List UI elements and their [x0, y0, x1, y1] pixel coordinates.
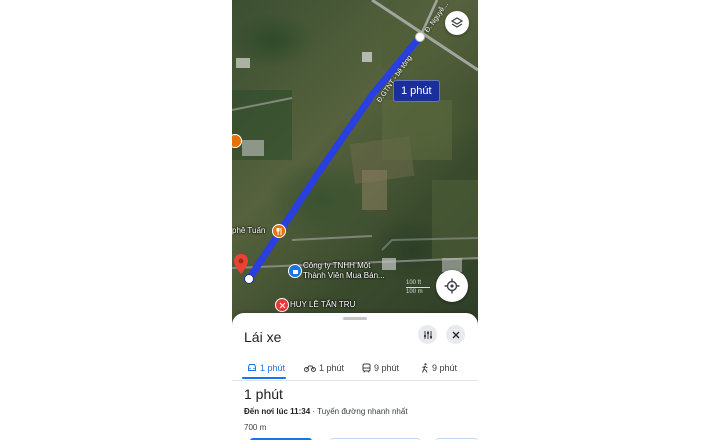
tab-motorbike[interactable]: 1 phút	[304, 356, 344, 379]
directions-sheet: Lái xe 1 phút 1 phút 9 phút 9 phút 1 phú…	[232, 313, 478, 440]
tab-drive[interactable]: 1 phút	[247, 356, 285, 379]
tab-transit-label: 9 phút	[374, 362, 400, 373]
walk-icon	[422, 362, 428, 373]
travel-mode-tabs: 1 phút 1 phút 9 phút 9 phút	[232, 356, 478, 381]
map-view[interactable]: Đ. Nguyễ... Đ.GTNT - bê tông 1 phút phê …	[232, 0, 478, 325]
layers-icon	[450, 17, 464, 28]
active-tab-indicator	[242, 377, 286, 379]
travel-mode-title: Lái xe	[244, 329, 282, 345]
route-eta-chip[interactable]: 1 phút	[393, 80, 440, 102]
scale-bottom-label: 100 m	[406, 289, 423, 295]
layers-button[interactable]	[445, 11, 469, 35]
origin-point	[244, 274, 254, 284]
arrival-info: Đến nơi lúc 11:34 · Tuyến đường nhanh nh…	[244, 407, 408, 416]
my-location-button[interactable]	[436, 270, 468, 302]
store-icon[interactable]	[275, 298, 289, 312]
arrival-time: 11:34	[290, 407, 311, 416]
poi-company-label[interactable]: Công ty TNHH Một Thành Viên Mua Bán...	[303, 261, 385, 281]
car-icon	[248, 364, 256, 371]
poi-bottom-label[interactable]: HUY LÊ TẤN TRU	[290, 300, 355, 310]
tune-icon	[423, 330, 432, 339]
transit-icon	[362, 363, 371, 373]
close-icon	[452, 331, 459, 338]
restaurant-icon[interactable]	[272, 224, 286, 238]
arrival-prefix: Đến nơi lúc	[244, 407, 288, 416]
route-duration: 1 phút	[244, 386, 283, 402]
poi-company-line1: Công ty TNHH Một	[303, 261, 371, 270]
shopping-icon[interactable]	[288, 264, 302, 278]
phone-screen: Đ. Nguyễ... Đ.GTNT - bê tông 1 phút phê …	[232, 0, 478, 440]
sheet-drag-handle[interactable]	[343, 317, 367, 320]
close-button[interactable]	[446, 325, 465, 344]
tab-walk-label: 9 phút	[432, 362, 458, 373]
route-options-button[interactable]	[418, 325, 437, 344]
my-location-icon	[444, 278, 460, 294]
motorbike-icon	[304, 365, 316, 372]
scale-top-label: 100 ft	[406, 280, 422, 286]
tab-transit[interactable]: 9 phút	[362, 356, 399, 379]
poi-company-line2: Thành Viên Mua Bán...	[303, 271, 385, 280]
poi-cafe-label[interactable]: phê Tuấn	[232, 226, 265, 236]
location-pin-icon[interactable]	[234, 254, 248, 274]
map-scale: 100 ft 100 m	[406, 280, 430, 295]
tab-walk[interactable]: 9 phút	[421, 356, 457, 379]
tab-drive-label: 1 phút	[260, 362, 286, 373]
route-distance: 700 m	[244, 423, 267, 432]
destination-point	[415, 32, 425, 42]
tab-motorbike-label: 1 phút	[319, 362, 345, 373]
arrival-suffix: · Tuyến đường nhanh nhất	[312, 407, 408, 416]
